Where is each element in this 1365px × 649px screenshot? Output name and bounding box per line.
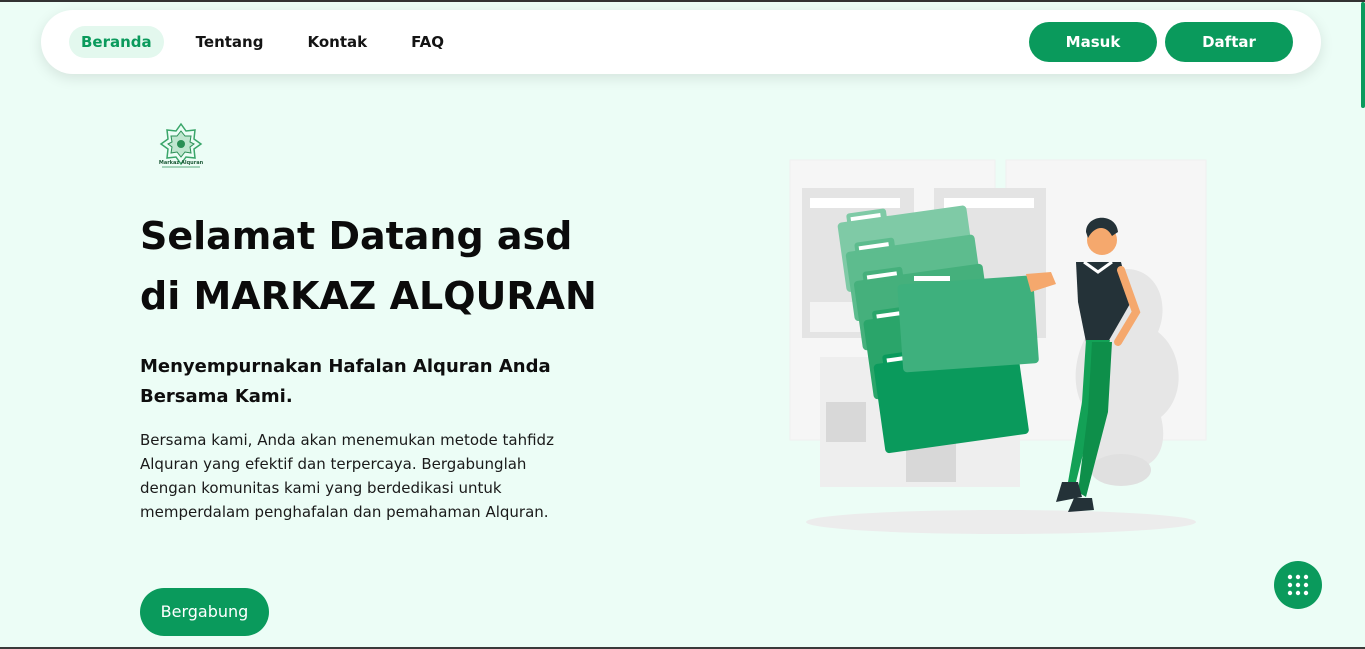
grid-dots-button[interactable] (1274, 561, 1322, 609)
person-carrying-folders-illustration (786, 152, 1216, 542)
login-button[interactable]: Masuk (1029, 22, 1157, 62)
join-button[interactable]: Bergabung (140, 588, 269, 636)
nav-link-beranda[interactable]: Beranda (69, 26, 164, 58)
grid-dots-icon (1287, 574, 1309, 596)
hero-title-line1: Selamat Datang asd (140, 214, 573, 258)
hero-subtitle: Menyempurnakan Hafalan Alquran Anda Bers… (140, 356, 551, 407)
markaz-alquran-logo: Markaz Alquran (158, 122, 204, 170)
hero-title-line2: di MARKAZ ALQURAN (140, 274, 597, 318)
hero-title: Selamat Datang asd di MARKAZ ALQURAN (140, 206, 600, 326)
nav-link-kontak[interactable]: Kontak (285, 26, 389, 58)
nav-link-tentang[interactable]: Tentang (174, 26, 286, 58)
nav-links: Beranda Tentang Kontak FAQ (69, 26, 466, 58)
navbar: Beranda Tentang Kontak FAQ Masuk Daftar (41, 10, 1321, 74)
scrollbar-thumb[interactable] (1361, 2, 1365, 108)
register-button[interactable]: Daftar (1165, 22, 1293, 62)
hero-description: Bersama kami, Anda akan menemukan metode… (140, 431, 554, 521)
nav-link-faq[interactable]: FAQ (389, 26, 466, 58)
nav-buttons: Masuk Daftar (1029, 22, 1293, 62)
svg-text:Markaz Alquran: Markaz Alquran (159, 160, 204, 166)
